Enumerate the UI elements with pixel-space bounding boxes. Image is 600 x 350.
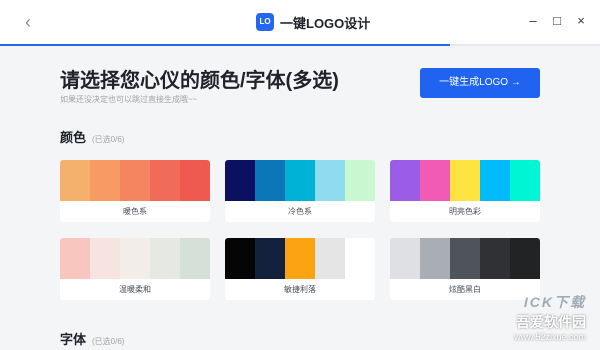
palette-card[interactable]: 明亮色彩 xyxy=(390,160,540,222)
palette-card[interactable]: 敏捷利落 xyxy=(225,238,375,300)
color-swatch xyxy=(150,160,180,201)
palette-label: 明亮色彩 xyxy=(449,207,481,216)
color-swatch xyxy=(120,160,150,201)
color-swatch xyxy=(315,160,345,201)
palette-card[interactable]: 温暖柔和 xyxy=(60,238,210,300)
color-swatch xyxy=(345,160,375,201)
palette-swatches xyxy=(60,160,210,201)
font-selected-count: (已选0/6) xyxy=(92,337,125,346)
app-logo-icon: LO xyxy=(256,13,274,31)
palette-card[interactable]: 炫酷黑白 xyxy=(390,238,540,300)
color-swatch xyxy=(450,238,480,279)
color-swatch xyxy=(480,160,510,201)
palette-swatches xyxy=(390,238,540,279)
color-swatch xyxy=(285,238,315,279)
color-swatch xyxy=(255,238,285,279)
watermark-url: www.52zixue.com xyxy=(513,332,586,342)
color-swatch xyxy=(255,160,285,201)
palette-swatches xyxy=(225,160,375,201)
color-selected-count: (已选0/6) xyxy=(92,135,125,144)
color-swatch xyxy=(180,238,210,279)
color-swatch xyxy=(420,238,450,279)
color-swatch xyxy=(450,160,480,201)
palette-label: 冷色系 xyxy=(288,207,312,216)
color-swatch xyxy=(390,160,420,201)
color-swatch xyxy=(480,238,510,279)
palette-label: 温暖柔和 xyxy=(119,285,151,294)
color-swatch xyxy=(90,238,120,279)
watermark-name: 吾爱软件园 xyxy=(516,314,586,330)
palette-label: 暖色系 xyxy=(123,207,147,216)
maximize-icon[interactable]: □ xyxy=(548,10,566,32)
palette-swatches xyxy=(225,238,375,279)
color-swatch xyxy=(315,238,345,279)
close-icon[interactable]: × xyxy=(572,10,590,32)
color-swatch xyxy=(285,160,315,201)
color-section-title: 颜色 (已选0/6) xyxy=(60,127,124,146)
app-title-text: 一键LOGO设计 xyxy=(280,15,371,31)
app-title: LO 一键LOGO设计 xyxy=(256,11,370,33)
generate-logo-button[interactable]: 一键生成LOGO → xyxy=(420,68,540,98)
title-bar: ‹ LO 一键LOGO设计 – □ × xyxy=(0,0,600,44)
font-section-label: 字体 xyxy=(60,332,87,347)
color-swatch xyxy=(390,238,420,279)
palette-swatches xyxy=(60,238,210,279)
color-swatch xyxy=(150,238,180,279)
palette-swatches xyxy=(390,160,540,201)
color-swatch xyxy=(60,238,90,279)
chevron-left-icon[interactable]: ‹ xyxy=(18,12,38,32)
palette-label: 敏捷利落 xyxy=(284,285,316,294)
watermark-top: ICK下载 xyxy=(523,294,586,310)
progress-fill xyxy=(0,44,450,46)
minimize-icon[interactable]: – xyxy=(524,10,542,32)
color-swatch xyxy=(180,160,210,201)
color-swatch xyxy=(225,238,255,279)
page-subtitle: 如果还没决定也可以跳过直接生成哦~~ xyxy=(60,95,198,104)
color-swatch xyxy=(420,160,450,201)
color-section-label: 颜色 xyxy=(60,130,87,145)
palette-card[interactable]: 暖色系 xyxy=(60,160,210,222)
progress-bar xyxy=(0,44,600,46)
color-swatch xyxy=(510,160,540,201)
color-swatch xyxy=(345,238,375,279)
window-controls: – □ × xyxy=(524,10,590,32)
palette-card[interactable]: 冷色系 xyxy=(225,160,375,222)
watermark: ICK下载 吾爱软件园 www.52zixue.com xyxy=(514,292,586,342)
color-swatch xyxy=(225,160,255,201)
color-swatch xyxy=(90,160,120,201)
page-title: 请选择您心仪的颜色/字体(多选) xyxy=(60,70,339,92)
color-swatch xyxy=(120,238,150,279)
font-section-title: 字体 (已选0/6) xyxy=(60,329,124,348)
color-swatch xyxy=(60,160,90,201)
color-swatch xyxy=(510,238,540,279)
